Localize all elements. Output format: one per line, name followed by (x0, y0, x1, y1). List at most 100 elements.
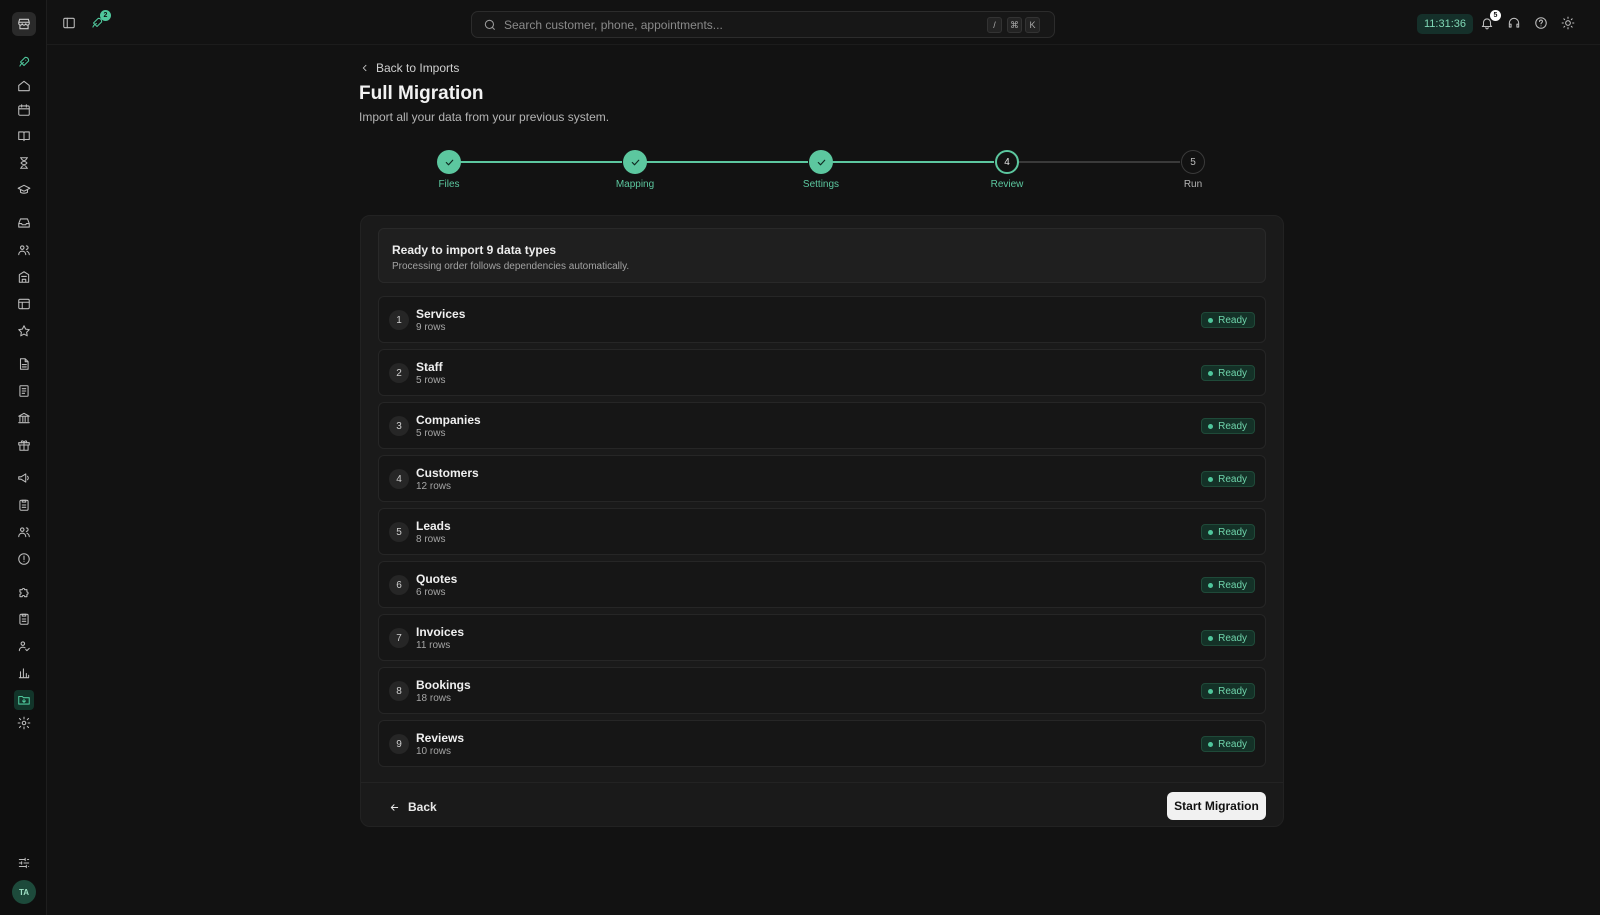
theme-sun-icon[interactable] (1560, 15, 1576, 31)
back-button[interactable]: Back (383, 794, 443, 820)
bell-icon[interactable]: 5 (1479, 10, 1501, 31)
clipboard-icon[interactable] (15, 496, 33, 514)
back-to-imports-link[interactable]: Back to Imports (360, 61, 459, 75)
status-label: Ready (1218, 420, 1247, 432)
status-badge: Ready (1201, 471, 1255, 487)
inbox-icon[interactable] (15, 214, 33, 232)
status-dot-icon (1208, 423, 1214, 429)
item-count: 11 rows (416, 640, 451, 651)
status-label: Ready (1218, 473, 1247, 485)
item-name: Invoices (416, 625, 465, 639)
search-placeholder: Search customer, phone, appointments... (504, 18, 723, 32)
home-icon[interactable] (15, 77, 33, 95)
status-badge: Ready (1201, 365, 1255, 381)
sliders-icon[interactable] (15, 854, 33, 872)
start-migration-button[interactable]: Start Migration (1167, 792, 1266, 820)
item-name: Quotes (416, 572, 458, 586)
item-count: 9 rows (416, 322, 446, 333)
checklist-icon[interactable] (15, 610, 33, 628)
users-icon[interactable] (15, 241, 33, 259)
item-number: 5 (389, 522, 409, 542)
item-name: Bookings (416, 678, 471, 692)
gift-icon[interactable] (15, 436, 33, 454)
item-number: 1 (389, 310, 409, 330)
avatar[interactable]: TA (12, 880, 36, 904)
back-button-label: Back (408, 800, 437, 814)
step-label-run: Run (1183, 179, 1203, 190)
import-folder-icon[interactable] (14, 690, 34, 710)
status-dot-icon (1208, 370, 1214, 376)
launch-badge: 2 (100, 10, 111, 21)
book-icon[interactable] (15, 127, 33, 145)
status-dot-icon (1208, 741, 1214, 747)
item-name: Staff (416, 360, 443, 374)
headset-icon[interactable] (1506, 15, 1522, 31)
notifications-badge: 5 (1490, 10, 1501, 21)
bank-icon[interactable] (15, 409, 33, 427)
step-connector (460, 161, 622, 163)
search-input[interactable]: Search customer, phone, appointments... … (471, 11, 1055, 38)
status-label: Ready (1218, 632, 1247, 644)
item-number: 4 (389, 469, 409, 489)
step-label-settings: Settings (802, 179, 840, 190)
check-icon (445, 159, 453, 165)
star-icon[interactable] (15, 322, 33, 340)
item-name: Services (416, 307, 466, 321)
user-check-icon[interactable] (15, 637, 33, 655)
stepper: 4 5 Files Mapping Settings Review Run (360, 146, 1284, 196)
hourglass-icon[interactable] (15, 154, 33, 172)
launch-rocket-icon[interactable]: 2 (89, 10, 111, 31)
step-settings (809, 150, 833, 174)
kbd-slash: / (987, 17, 1002, 33)
item-number: 2 (389, 363, 409, 383)
receipt-icon[interactable] (15, 382, 33, 400)
list-item: 9 Reviews 10 rows Ready (378, 720, 1266, 767)
item-number: 3 (389, 416, 409, 436)
status-badge: Ready (1201, 736, 1255, 752)
status-dot-icon (1208, 529, 1214, 535)
list-item: 7 Invoices 11 rows Ready (378, 614, 1266, 661)
settings-gear-icon[interactable] (15, 714, 33, 732)
step-run: 5 (1181, 150, 1205, 174)
team-icon[interactable] (15, 523, 33, 541)
avatar-initials: TA (18, 887, 30, 897)
step-files (437, 150, 461, 174)
list-item: 8 Bookings 18 rows Ready (378, 667, 1266, 714)
status-label: Ready (1218, 685, 1247, 697)
alert-circle-icon[interactable] (15, 550, 33, 568)
review-card: Ready to import 9 data types Processing … (360, 215, 1284, 827)
document-icon[interactable] (15, 355, 33, 373)
item-number: 7 (389, 628, 409, 648)
check-icon (631, 159, 639, 165)
bar-chart-icon[interactable] (15, 664, 33, 682)
list-item: 2 Staff 5 rows Ready (378, 349, 1266, 396)
status-dot-icon (1208, 688, 1214, 694)
puzzle-icon[interactable] (15, 583, 33, 601)
graduation-cap-icon[interactable] (15, 181, 33, 199)
rocket-icon[interactable] (15, 53, 33, 71)
summary-box: Ready to import 9 data types Processing … (378, 228, 1266, 283)
step-connector (1018, 161, 1180, 163)
page-subtitle: Import all your data from your previous … (359, 110, 610, 124)
check-icon (817, 159, 825, 165)
item-number: 9 (389, 734, 409, 754)
help-icon[interactable] (1533, 15, 1549, 31)
store-logo-icon[interactable] (12, 12, 36, 36)
status-dot-icon (1208, 476, 1214, 482)
board-icon[interactable] (15, 295, 33, 313)
arrow-left-icon (390, 803, 399, 811)
step-label-files: Files (438, 179, 460, 190)
item-count: 8 rows (416, 534, 446, 545)
step-connector (832, 161, 994, 163)
sidebar-toggle-icon[interactable] (61, 15, 77, 31)
item-name: Reviews (416, 731, 465, 745)
step-connector (646, 161, 808, 163)
clock: 11:31:36 (1417, 14, 1473, 34)
calendar-icon[interactable] (15, 101, 33, 119)
megaphone-icon[interactable] (15, 469, 33, 487)
kbd-k: K (1025, 17, 1040, 33)
status-label: Ready (1218, 579, 1247, 591)
back-to-imports-label: Back to Imports (376, 61, 460, 75)
building-icon[interactable] (15, 268, 33, 286)
list-item: 1 Services 9 rows Ready (378, 296, 1266, 343)
